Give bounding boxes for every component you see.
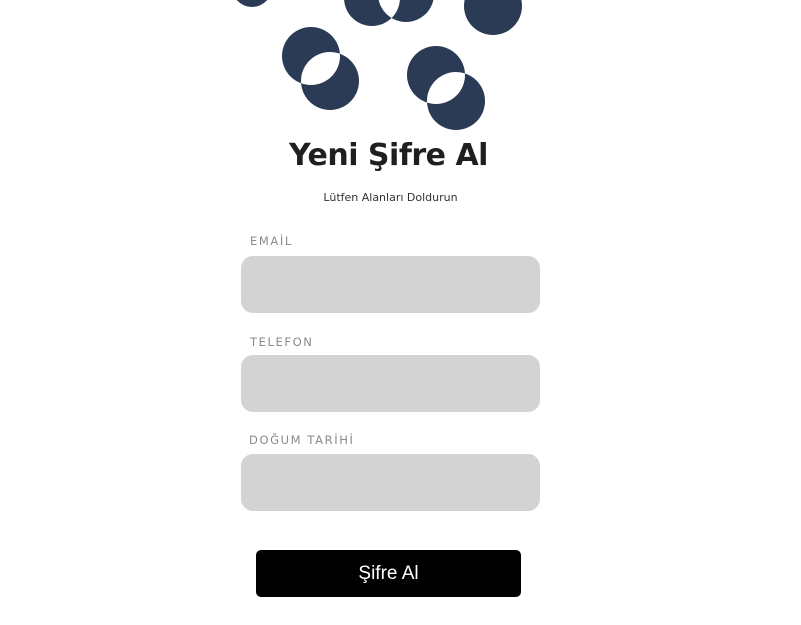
email-field[interactable] [241, 256, 540, 313]
page-subtitle: Lütfen Alanları Doldurun [323, 191, 458, 204]
email-label: EMAİL [250, 234, 293, 248]
page-title: Yeni Şifre Al [289, 138, 488, 173]
phone-label: TELEFON [250, 335, 314, 349]
overlapping-circles-logo [236, 0, 522, 130]
get-password-button[interactable]: Şifre Al [256, 550, 521, 597]
birthdate-field[interactable] [241, 454, 540, 511]
reset-password-page: Yeni Şifre Al Lütfen Alanları Doldurun E… [0, 0, 801, 625]
birthdate-label: DOĞUM TARİHİ [249, 433, 355, 447]
phone-field[interactable] [241, 355, 540, 412]
